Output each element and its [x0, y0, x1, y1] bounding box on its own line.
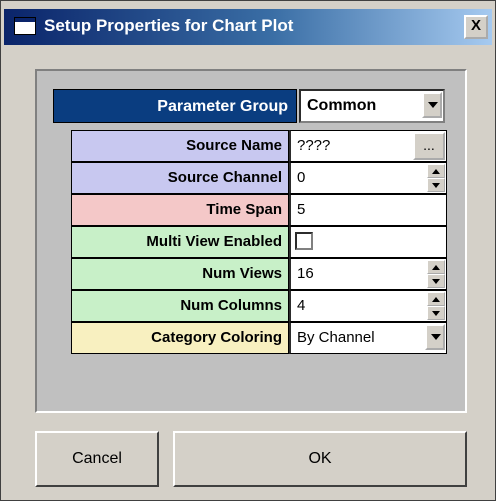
property-value-field[interactable]: By Channel [289, 322, 447, 354]
spin-up-button[interactable] [427, 292, 445, 306]
property-value: 0 [297, 169, 306, 186]
property-row: Time Span 5 [71, 194, 447, 226]
parameter-group-value: Common [307, 97, 377, 114]
browse-source-button[interactable]: ... [413, 132, 445, 160]
property-row: Num Columns 4 [71, 290, 447, 322]
parameter-group-row: Parameter Group Common [53, 89, 447, 123]
setup-properties-dialog: Setup Properties for Chart Plot X Parame… [0, 0, 496, 501]
chevron-down-icon [431, 334, 441, 340]
multi-view-checkbox[interactable] [295, 232, 313, 250]
spin-control[interactable] [427, 260, 445, 288]
ok-button[interactable]: OK [173, 431, 467, 487]
property-label: Multi View Enabled [71, 226, 289, 258]
close-button[interactable]: X [464, 15, 488, 39]
parameter-group-label: Parameter Group [53, 89, 297, 123]
property-value: By Channel [297, 329, 375, 346]
property-value-field[interactable]: 0 [289, 162, 447, 194]
property-value-field[interactable]: 5 [289, 194, 447, 226]
property-value: 16 [297, 265, 314, 282]
spin-up-button[interactable] [427, 260, 445, 274]
property-value-field[interactable]: 16 [289, 258, 447, 290]
property-row: Category Coloring By Channel [71, 322, 447, 354]
parameter-group-dropdown-button[interactable] [422, 92, 442, 118]
arrow-down-icon [432, 311, 440, 316]
property-label: Num Columns [71, 290, 289, 322]
spin-control[interactable] [427, 292, 445, 320]
arrow-down-icon [432, 279, 440, 284]
property-label: Source Name [71, 130, 289, 162]
window-title: Setup Properties for Chart Plot [44, 16, 294, 35]
window-icon [14, 17, 36, 35]
property-row: Num Views 16 [71, 258, 447, 290]
property-value: 4 [297, 297, 306, 314]
arrow-down-icon [432, 183, 440, 188]
parameter-group-select[interactable]: Common [299, 89, 445, 123]
property-row: Multi View Enabled [71, 226, 447, 258]
property-row: Source Channel 0 [71, 162, 447, 194]
property-label: Num Views [71, 258, 289, 290]
spin-up-button[interactable] [427, 164, 445, 178]
arrow-up-icon [432, 169, 440, 174]
chevron-down-icon [428, 102, 438, 108]
property-row: Source Name????... [71, 130, 447, 162]
title-bar[interactable]: Setup Properties for Chart Plot X [4, 9, 492, 45]
property-value: ???? [297, 137, 331, 154]
property-label: Time Span [71, 194, 289, 226]
property-label: Category Coloring [71, 322, 289, 354]
arrow-up-icon [432, 265, 440, 270]
spin-down-button[interactable] [427, 178, 445, 192]
cancel-button[interactable]: Cancel [35, 431, 159, 487]
arrow-up-icon [432, 297, 440, 302]
property-value-field[interactable]: 4 [289, 290, 447, 322]
property-label: Source Channel [71, 162, 289, 194]
property-value: 5 [297, 201, 306, 218]
spin-down-button[interactable] [427, 306, 445, 320]
property-value-field[interactable] [289, 226, 447, 258]
property-value-field[interactable]: ????... [289, 130, 447, 162]
spin-control[interactable] [427, 164, 445, 192]
category-coloring-dropdown-button[interactable] [425, 324, 445, 350]
spin-down-button[interactable] [427, 274, 445, 288]
